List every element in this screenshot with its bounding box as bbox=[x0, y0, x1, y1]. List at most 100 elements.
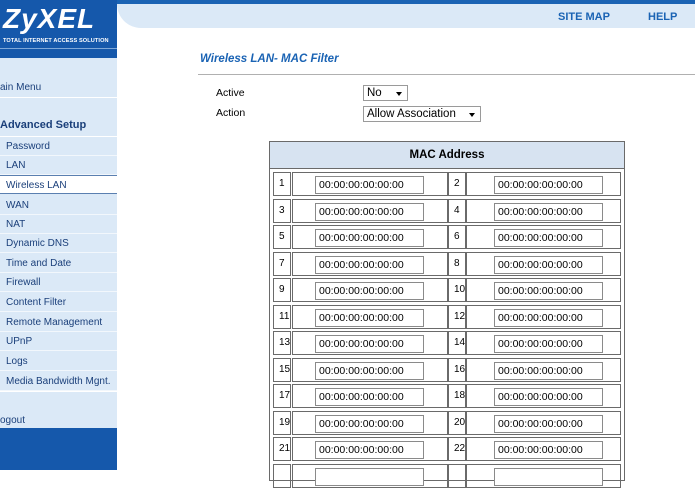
mac-entry-number: 5 bbox=[273, 225, 291, 249]
mac-entry-cell bbox=[466, 464, 621, 488]
active-label: Active bbox=[216, 87, 245, 99]
mac-entry-cell: 00:00:00:00:00:00 bbox=[292, 384, 448, 408]
mac-address-input[interactable]: 00:00:00:00:00:00 bbox=[315, 203, 424, 221]
mac-address-input[interactable]: 00:00:00:00:00:00 bbox=[315, 176, 424, 194]
sidebar-item-time-and-date[interactable]: Time and Date bbox=[0, 254, 117, 273]
sidebar-item-content-filter[interactable]: Content Filter bbox=[0, 293, 117, 312]
mac-entry-number: 17 bbox=[273, 384, 291, 408]
mac-entry-number: 4 bbox=[448, 199, 466, 223]
site-map-link[interactable]: SITE MAP bbox=[558, 11, 610, 23]
mac-address-input[interactable]: 00:00:00:00:00:00 bbox=[494, 441, 603, 459]
brand-logo: ZyXEL TOTAL INTERNET ACCESS SOLUTION bbox=[0, 0, 117, 58]
mac-entry-number: 9 bbox=[273, 278, 291, 302]
mac-entry-number: 12 bbox=[448, 305, 466, 329]
mac-address-input[interactable]: 00:00:00:00:00:00 bbox=[494, 256, 603, 274]
sidebar-main-menu[interactable]: ain Menu bbox=[0, 78, 117, 97]
mac-address-input[interactable]: 00:00:00:00:00:00 bbox=[494, 415, 603, 433]
mac-address-input[interactable]: 00:00:00:00:00:00 bbox=[494, 388, 603, 406]
mac-address-input[interactable]: 00:00:00:00:00:00 bbox=[315, 309, 424, 327]
mac-address-input[interactable]: 00:00:00:00:00:00 bbox=[494, 176, 603, 194]
action-select[interactable]: Allow Association bbox=[363, 106, 481, 122]
mac-entry-number bbox=[273, 464, 291, 488]
sidebar-divider bbox=[0, 97, 117, 98]
active-select[interactable]: No bbox=[363, 85, 408, 101]
mac-entry-cell: 00:00:00:00:00:00 bbox=[466, 172, 621, 196]
mac-entry-number: 18 bbox=[448, 384, 466, 408]
mac-entry-number bbox=[448, 464, 466, 488]
page-title: Wireless LAN- MAC Filter bbox=[200, 53, 339, 65]
mac-address-input[interactable]: 00:00:00:00:00:00 bbox=[315, 388, 424, 406]
active-select-value: No bbox=[367, 87, 382, 99]
mac-entry-cell: 00:00:00:00:00:00 bbox=[292, 225, 448, 249]
sidebar: ain Menu Advanced Setup Password LAN Wir… bbox=[0, 58, 117, 470]
mac-address-input[interactable]: 00:00:00:00:00:00 bbox=[315, 362, 424, 380]
mac-entry-number: 8 bbox=[448, 252, 466, 276]
mac-address-input[interactable]: 00:00:00:00:00:00 bbox=[494, 203, 603, 221]
help-link[interactable]: HELP bbox=[648, 11, 677, 23]
mac-entry-number: 19 bbox=[273, 411, 291, 435]
sidebar-item-upnp[interactable]: UPnP bbox=[0, 332, 117, 351]
mac-entry-cell: 00:00:00:00:00:00 bbox=[292, 252, 448, 276]
sidebar-advanced-setup[interactable]: Advanced Setup bbox=[0, 116, 117, 135]
mac-table-header: MAC Address bbox=[270, 142, 624, 169]
mac-entry-number: 22 bbox=[448, 437, 466, 461]
sidebar-item-remote-management[interactable]: Remote Management bbox=[0, 313, 117, 332]
sidebar-item-dynamic-dns[interactable]: Dynamic DNS bbox=[0, 234, 117, 253]
mac-entry-cell: 00:00:00:00:00:00 bbox=[466, 331, 621, 355]
action-select-value: Allow Association bbox=[367, 108, 456, 120]
mac-entry-cell bbox=[292, 464, 448, 488]
mac-entry-cell: 00:00:00:00:00:00 bbox=[292, 437, 448, 461]
mac-entry-cell: 00:00:00:00:00:00 bbox=[466, 252, 621, 276]
mac-address-table: MAC Address 1 00:00:00:00:00:00 2 00:00:00:… bbox=[269, 141, 625, 488]
title-divider bbox=[198, 74, 695, 75]
mac-entry-cell: 00:00:00:00:00:00 bbox=[466, 199, 621, 223]
mac-address-input[interactable]: 00:00:00:00:00:00 bbox=[315, 282, 424, 300]
mac-entry-number: 2 bbox=[448, 172, 466, 196]
mac-address-input[interactable]: 00:00:00:00:00:00 bbox=[315, 335, 424, 353]
sidebar-item-nat[interactable]: NAT bbox=[0, 215, 117, 234]
mac-entry-cell: 00:00:00:00:00:00 bbox=[292, 199, 448, 223]
chevron-down-icon bbox=[396, 92, 402, 96]
sidebar-item-firewall[interactable]: Firewall bbox=[0, 273, 117, 292]
sidebar-item-logs[interactable]: Logs bbox=[0, 352, 117, 371]
mac-entry-number: 7 bbox=[273, 252, 291, 276]
mac-entry-number: 13 bbox=[273, 331, 291, 355]
sidebar-item-media-bandwidth[interactable]: Media Bandwidth Mgnt. bbox=[0, 372, 117, 391]
action-label: Action bbox=[216, 107, 246, 119]
mac-entry-cell: 00:00:00:00:00:00 bbox=[466, 411, 621, 435]
sidebar-bottom-panel bbox=[0, 428, 117, 470]
mac-entry-cell: 00:00:00:00:00:00 bbox=[466, 437, 621, 461]
mac-entry-cell: 00:00:00:00:00:00 bbox=[292, 331, 448, 355]
mac-address-input[interactable]: 00:00:00:00:00:00 bbox=[494, 335, 603, 353]
mac-entry-number: 16 bbox=[448, 358, 466, 382]
mac-entry-number: 1 bbox=[273, 172, 291, 196]
mac-address-input[interactable]: 00:00:00:00:00:00 bbox=[315, 256, 424, 274]
mac-address-input[interactable]: 00:00:00:00:00:00 bbox=[494, 309, 603, 327]
mac-entry-number: 14 bbox=[448, 331, 466, 355]
mac-entry-cell: 00:00:00:00:00:00 bbox=[292, 358, 448, 382]
mac-address-input[interactable]: 00:00:00:00:00:00 bbox=[315, 415, 424, 433]
mac-address-input[interactable] bbox=[315, 468, 424, 486]
mac-address-input[interactable] bbox=[494, 468, 603, 486]
brand-name: ZyXEL bbox=[3, 3, 96, 34]
mac-address-input[interactable]: 00:00:00:00:00:00 bbox=[315, 229, 424, 247]
sidebar-item-password[interactable]: Password bbox=[0, 137, 117, 156]
mac-address-input[interactable]: 00:00:00:00:00:00 bbox=[494, 282, 603, 300]
mac-entry-cell: 00:00:00:00:00:00 bbox=[292, 305, 448, 329]
mac-entry-number: 10 bbox=[448, 278, 466, 302]
sidebar-item-wan[interactable]: WAN bbox=[0, 196, 117, 215]
sidebar-divider bbox=[0, 391, 117, 392]
mac-address-input[interactable]: 00:00:00:00:00:00 bbox=[494, 362, 603, 380]
mac-entry-number: 11 bbox=[273, 305, 291, 329]
mac-entry-number: 6 bbox=[448, 225, 466, 249]
mac-entry-cell: 00:00:00:00:00:00 bbox=[292, 411, 448, 435]
sidebar-item-lan[interactable]: LAN bbox=[0, 156, 117, 175]
mac-entry-cell: 00:00:00:00:00:00 bbox=[466, 305, 621, 329]
mac-entry-cell: 00:00:00:00:00:00 bbox=[466, 225, 621, 249]
mac-entry-number: 3 bbox=[273, 199, 291, 223]
mac-address-input[interactable]: 00:00:00:00:00:00 bbox=[494, 229, 603, 247]
chevron-down-icon bbox=[469, 113, 475, 117]
mac-entry-cell: 00:00:00:00:00:00 bbox=[466, 358, 621, 382]
sidebar-item-wireless-lan[interactable]: Wireless LAN bbox=[0, 175, 117, 194]
mac-address-input[interactable]: 00:00:00:00:00:00 bbox=[315, 441, 424, 459]
